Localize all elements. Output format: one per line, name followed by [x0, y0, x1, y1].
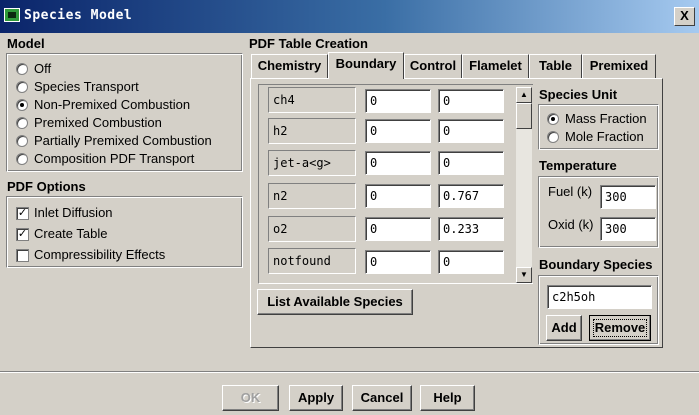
tab-chemistry[interactable]: Chemistry	[251, 54, 328, 78]
scroll-up-icon[interactable]: ▲	[516, 87, 532, 103]
check-icon: ✓	[16, 228, 29, 241]
title-bar[interactable]: Species Model X	[0, 0, 699, 33]
pdf-options-group: ✓ Inlet Diffusion ✓ Create Table Compres…	[6, 196, 243, 268]
radio-icon	[16, 135, 28, 147]
scroll-thumb[interactable]	[516, 103, 532, 129]
temperature-group: Fuel (k) 300 Oxid (k) 300	[538, 176, 659, 248]
species-oxid-field[interactable]: 0	[438, 151, 504, 175]
tab-control[interactable]: Control	[404, 54, 462, 78]
help-button[interactable]: Help	[420, 385, 475, 411]
radio-icon	[16, 63, 28, 75]
model-label: Model	[7, 36, 45, 51]
footer-divider	[0, 371, 699, 373]
app-icon	[4, 8, 20, 22]
radio-icon	[16, 117, 28, 129]
species-fuel-field[interactable]: 0	[365, 184, 431, 208]
tab-boundary[interactable]: Boundary	[328, 52, 404, 79]
window-title: Species Model	[24, 8, 133, 23]
species-oxid-field[interactable]: 0	[438, 89, 504, 113]
species-name: n2	[268, 183, 356, 209]
tab-premixed[interactable]: Premixed	[582, 54, 656, 78]
tab-flamelet[interactable]: Flamelet	[462, 54, 529, 78]
model-group: Off Species Transport Non-Premixed Combu…	[6, 53, 243, 172]
species-fuel-field[interactable]: 0	[365, 217, 431, 241]
species-fuel-field[interactable]: 0	[365, 89, 431, 113]
remove-button[interactable]: Remove	[589, 315, 651, 341]
list-available-species-button[interactable]: List Available Species	[257, 289, 413, 315]
boundary-species-label: Boundary Species	[539, 257, 653, 272]
radio-icon	[547, 131, 559, 143]
fuel-temp-field[interactable]: 300	[600, 185, 656, 209]
close-button[interactable]: X	[674, 7, 695, 26]
pdf-options-label: PDF Options	[7, 179, 86, 194]
checkbox-empty-icon	[16, 249, 29, 262]
species-name: h2	[268, 118, 356, 144]
species-name: jet-a<g>	[268, 150, 356, 176]
species-fuel-field[interactable]: 0	[365, 151, 431, 175]
species-fuel-field[interactable]: 0	[365, 119, 431, 143]
tab-table[interactable]: Table	[529, 54, 582, 78]
species-name: notfound	[268, 248, 356, 274]
radio-selected-icon	[16, 99, 28, 111]
ok-button[interactable]: OK	[222, 385, 279, 411]
scroll-down-icon[interactable]: ▼	[516, 267, 532, 283]
species-oxid-field[interactable]: 0.767	[438, 184, 504, 208]
add-button[interactable]: Add	[546, 315, 582, 341]
species-list: ch4 0 0 h2 0 0 jet-a<g> 0 0 n2 0 0.767 o…	[258, 84, 533, 284]
oxid-temp-label: Oxid (k)	[548, 217, 594, 232]
cancel-button[interactable]: Cancel	[352, 385, 412, 411]
apply-button[interactable]: Apply	[289, 385, 343, 411]
radio-icon	[16, 81, 28, 93]
temperature-label: Temperature	[539, 158, 617, 173]
pdf-table-label: PDF Table Creation	[249, 36, 368, 51]
oxid-temp-field[interactable]: 300	[600, 217, 656, 241]
radio-icon	[16, 153, 28, 165]
species-name: o2	[268, 216, 356, 242]
boundary-species-field[interactable]: c2h5oh	[547, 285, 652, 309]
species-name: ch4	[268, 87, 356, 113]
fuel-temp-label: Fuel (k)	[548, 184, 593, 199]
species-fuel-field[interactable]: 0	[365, 250, 431, 274]
species-oxid-field[interactable]: 0	[438, 119, 504, 143]
species-oxid-field[interactable]: 0.233	[438, 217, 504, 241]
species-unit-group: Mass Fraction Mole Fraction	[538, 104, 659, 150]
boundary-species-group: c2h5oh Add Remove	[538, 275, 659, 345]
species-oxid-field[interactable]: 0	[438, 250, 504, 274]
species-unit-label: Species Unit	[539, 87, 618, 102]
species-scrollbar[interactable]: ▲ ▼	[516, 87, 532, 283]
radio-selected-icon	[547, 113, 559, 125]
check-icon: ✓	[16, 207, 29, 220]
